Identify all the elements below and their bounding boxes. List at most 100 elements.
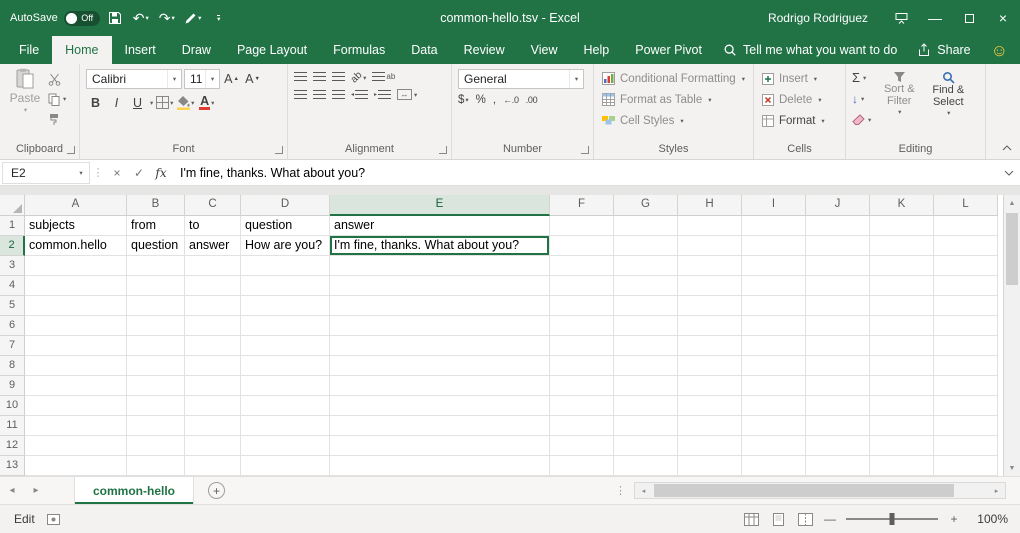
cell-F12[interactable] bbox=[550, 436, 614, 456]
cell-L13[interactable] bbox=[934, 456, 998, 476]
autosave-toggle[interactable]: Off bbox=[64, 11, 100, 26]
column-header-H[interactable]: H bbox=[678, 195, 742, 216]
previous-sheet-button[interactable]: ◂ bbox=[0, 485, 24, 496]
cell-L2[interactable] bbox=[934, 236, 998, 256]
cell-J5[interactable] bbox=[806, 296, 870, 316]
cell-L8[interactable] bbox=[934, 356, 998, 376]
format-cells-button[interactable]: Format ▾ bbox=[762, 111, 841, 130]
find-select-button[interactable]: Find & Select ▾ bbox=[925, 68, 971, 142]
vertical-scrollbar[interactable]: ▲ ▼ bbox=[1003, 195, 1020, 476]
cell-K5[interactable] bbox=[870, 296, 934, 316]
cell-K2[interactable] bbox=[870, 236, 934, 256]
cell-F2[interactable] bbox=[550, 236, 614, 256]
tab-draw[interactable]: Draw bbox=[169, 36, 224, 64]
cell-C7[interactable] bbox=[185, 336, 241, 356]
feedback-smiley-icon[interactable]: ☺ bbox=[991, 42, 1008, 59]
cell-I11[interactable] bbox=[742, 416, 806, 436]
cell-A4[interactable] bbox=[25, 276, 127, 296]
cell-L11[interactable] bbox=[934, 416, 998, 436]
cell-K4[interactable] bbox=[870, 276, 934, 296]
zoom-level[interactable]: 100% bbox=[970, 512, 1008, 526]
increase-indent-button[interactable]: ▸ bbox=[374, 90, 391, 99]
row-header-12[interactable]: 12 bbox=[0, 436, 25, 456]
share-button[interactable]: Share bbox=[917, 43, 970, 57]
cell-J6[interactable] bbox=[806, 316, 870, 336]
cell-E10[interactable] bbox=[330, 396, 550, 416]
page-break-preview-button[interactable] bbox=[796, 510, 814, 528]
font-color-button[interactable]: A▾ bbox=[197, 93, 216, 112]
cell-J10[interactable] bbox=[806, 396, 870, 416]
user-name[interactable]: Rodrigo Rodriguez bbox=[768, 11, 868, 25]
vertical-scroll-track[interactable] bbox=[1004, 211, 1020, 460]
cell-F6[interactable] bbox=[550, 316, 614, 336]
cell-D13[interactable] bbox=[241, 456, 330, 476]
cell-L9[interactable] bbox=[934, 376, 998, 396]
paste-button[interactable]: Paste ▾ bbox=[5, 68, 45, 142]
cell-K7[interactable] bbox=[870, 336, 934, 356]
minimize-button[interactable]: — bbox=[918, 0, 952, 36]
cell-B4[interactable] bbox=[127, 276, 185, 296]
tab-view[interactable]: View bbox=[518, 36, 571, 64]
cell-F5[interactable] bbox=[550, 296, 614, 316]
cell-H9[interactable] bbox=[678, 376, 742, 396]
cell-G1[interactable] bbox=[614, 216, 678, 236]
cell-E13[interactable] bbox=[330, 456, 550, 476]
fill-button[interactable]: ↓▾ bbox=[850, 89, 873, 108]
font-dialog-launcher[interactable] bbox=[275, 146, 283, 154]
cell-K13[interactable] bbox=[870, 456, 934, 476]
decrease-font-size-button[interactable]: A▼ bbox=[243, 70, 262, 89]
number-dialog-launcher[interactable] bbox=[581, 146, 589, 154]
insert-cells-button[interactable]: Insert ▾ bbox=[762, 69, 841, 88]
row-header-3[interactable]: 3 bbox=[0, 256, 25, 276]
sort-filter-button[interactable]: Sort & Filter ▾ bbox=[876, 68, 922, 142]
cell-D1[interactable]: question bbox=[241, 216, 330, 236]
increase-decimal-button[interactable]: ←.0 bbox=[503, 95, 519, 105]
normal-view-button[interactable] bbox=[742, 510, 760, 528]
cell-K3[interactable] bbox=[870, 256, 934, 276]
column-header-I[interactable]: I bbox=[742, 195, 806, 216]
column-header-F[interactable]: F bbox=[550, 195, 614, 216]
cell-C5[interactable] bbox=[185, 296, 241, 316]
column-header-E[interactable]: E bbox=[330, 195, 550, 216]
cell-J9[interactable] bbox=[806, 376, 870, 396]
cell-F4[interactable] bbox=[550, 276, 614, 296]
cell-E4[interactable] bbox=[330, 276, 550, 296]
row-header-6[interactable]: 6 bbox=[0, 316, 25, 336]
ribbon-display-options-button[interactable] bbox=[884, 0, 918, 36]
percent-button[interactable]: % bbox=[476, 94, 486, 106]
tab-formulas[interactable]: Formulas bbox=[320, 36, 398, 64]
next-sheet-button[interactable]: ▸ bbox=[24, 485, 48, 496]
cell-K8[interactable] bbox=[870, 356, 934, 376]
zoom-slider[interactable] bbox=[846, 518, 938, 520]
cell-J11[interactable] bbox=[806, 416, 870, 436]
cell-J1[interactable] bbox=[806, 216, 870, 236]
borders-button[interactable]: ▾ bbox=[155, 93, 174, 112]
row-header-7[interactable]: 7 bbox=[0, 336, 25, 356]
cell-A13[interactable] bbox=[25, 456, 127, 476]
cell-L1[interactable] bbox=[934, 216, 998, 236]
cell-H11[interactable] bbox=[678, 416, 742, 436]
cell-C4[interactable] bbox=[185, 276, 241, 296]
cell-G5[interactable] bbox=[614, 296, 678, 316]
redo-button[interactable]: ↷▾ bbox=[156, 5, 178, 31]
formula-input[interactable]: I'm fine, thanks. What about you? bbox=[172, 166, 998, 180]
cell-E3[interactable] bbox=[330, 256, 550, 276]
cell-A8[interactable] bbox=[25, 356, 127, 376]
clear-button[interactable]: ▾ bbox=[850, 110, 873, 129]
tab-help[interactable]: Help bbox=[571, 36, 623, 64]
close-button[interactable]: × bbox=[986, 0, 1020, 36]
cell-E6[interactable] bbox=[330, 316, 550, 336]
row-header-5[interactable]: 5 bbox=[0, 296, 25, 316]
scroll-right-button[interactable]: ▸ bbox=[988, 483, 1005, 498]
vertical-scroll-thumb[interactable] bbox=[1006, 213, 1018, 285]
cell-D3[interactable] bbox=[241, 256, 330, 276]
name-box[interactable]: E2 ▾ bbox=[2, 162, 90, 184]
align-center-button[interactable] bbox=[313, 90, 326, 99]
cell-J3[interactable] bbox=[806, 256, 870, 276]
select-all-button[interactable] bbox=[0, 195, 25, 216]
bold-button[interactable]: B bbox=[86, 93, 105, 112]
cell-D8[interactable] bbox=[241, 356, 330, 376]
cell-G6[interactable] bbox=[614, 316, 678, 336]
cell-K12[interactable] bbox=[870, 436, 934, 456]
cell-B5[interactable] bbox=[127, 296, 185, 316]
